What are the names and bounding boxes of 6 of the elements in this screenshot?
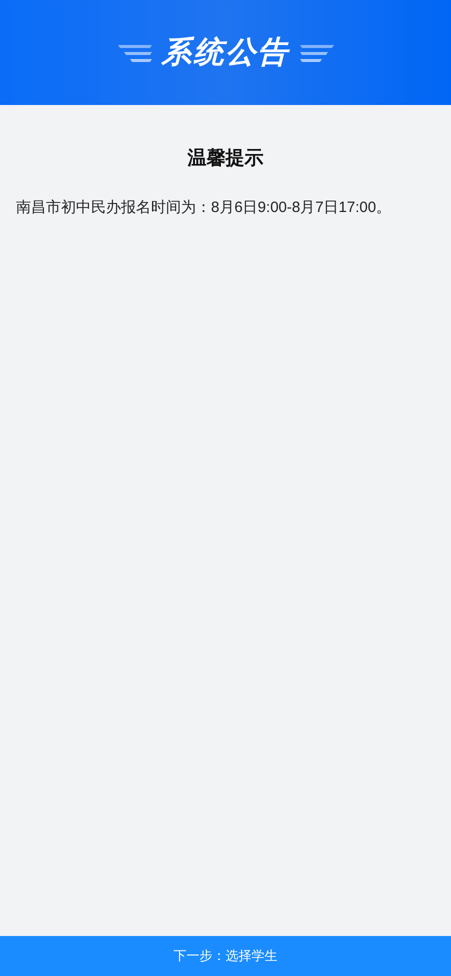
notice-text: 南昌市初中民办报名时间为：8月6日9:00-8月7日17:00。 xyxy=(16,198,392,218)
notice-title: 温馨提示 xyxy=(186,147,264,171)
page-title: 系统公告 xyxy=(162,35,290,71)
wing-icon xyxy=(118,42,152,62)
wing-icon xyxy=(300,42,334,62)
next-button[interactable]: 下一步：选择学生 xyxy=(0,936,451,976)
